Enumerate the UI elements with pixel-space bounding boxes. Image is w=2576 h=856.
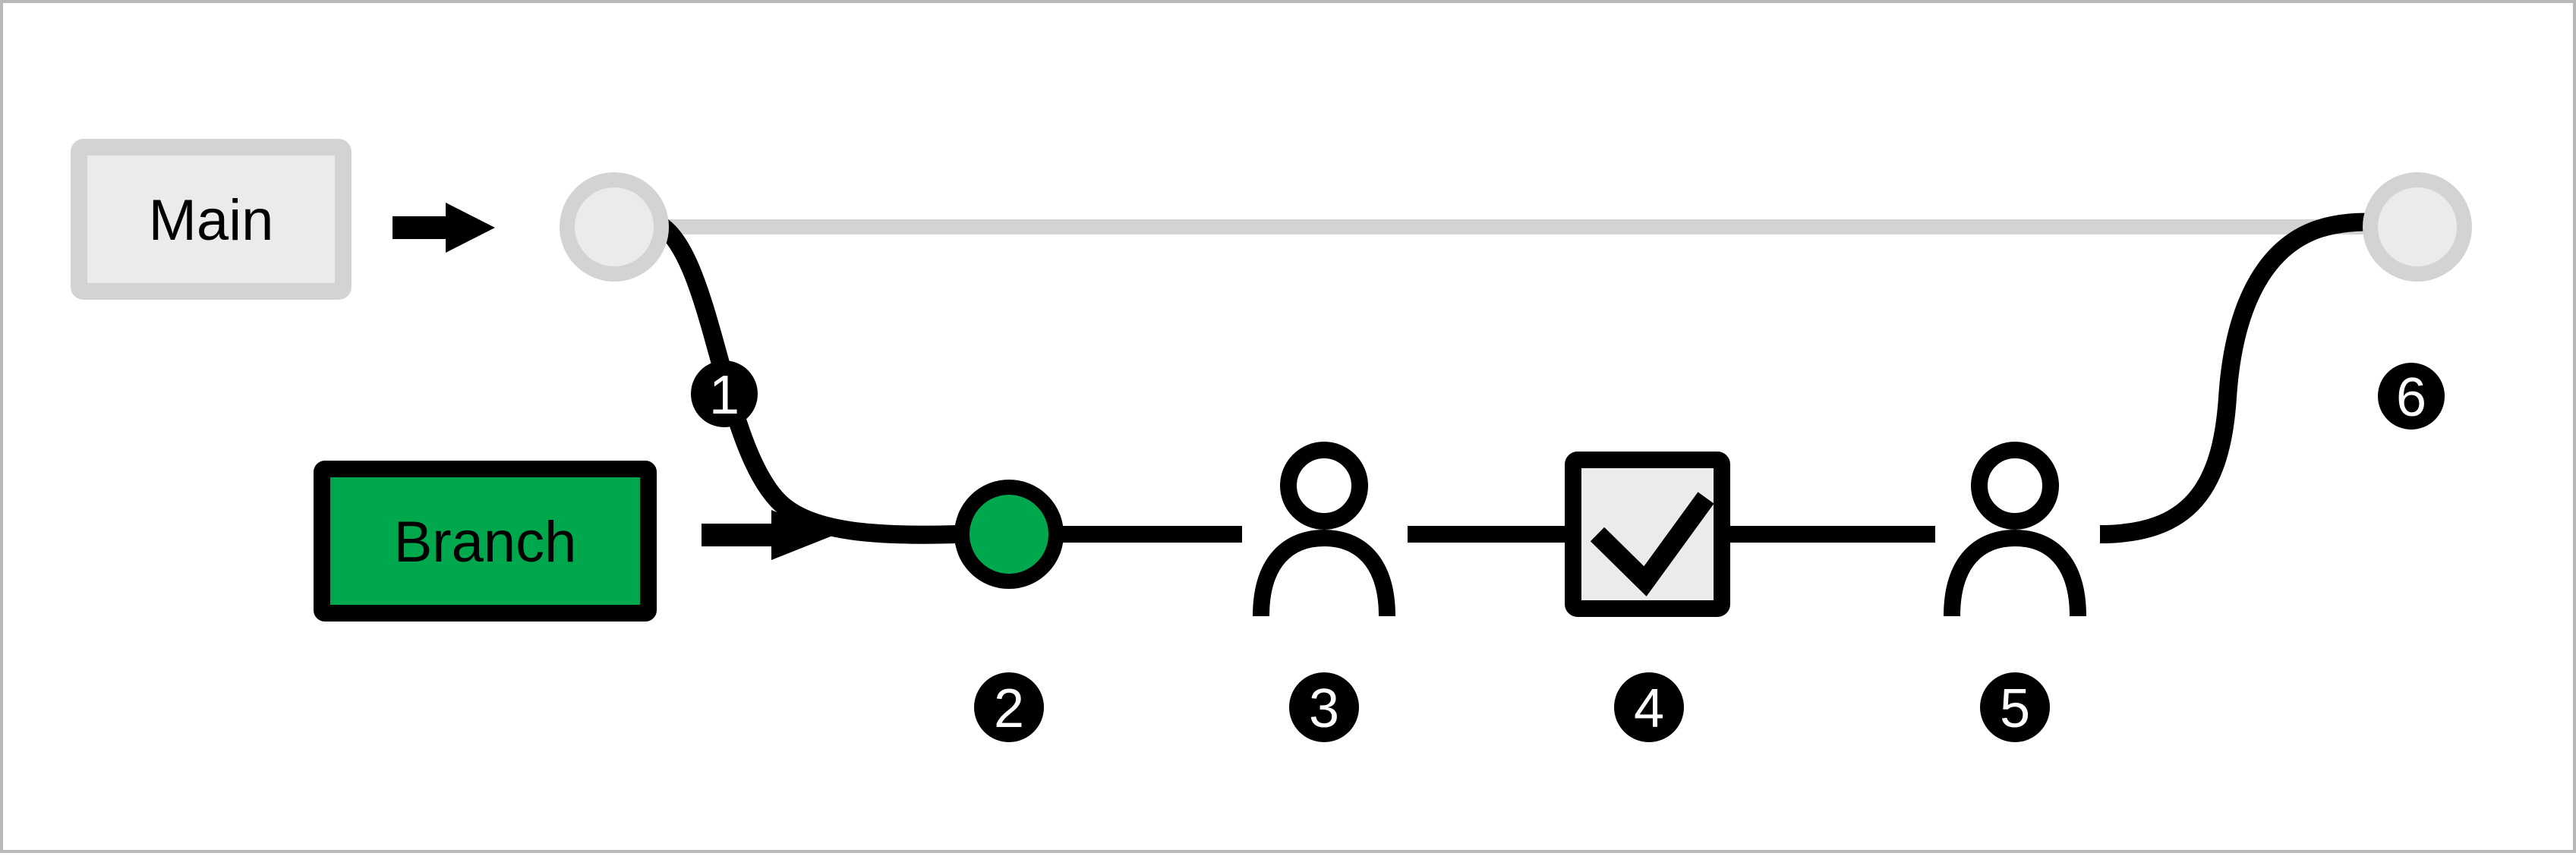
step-badge-6[interactable]: 6	[2378, 363, 2445, 430]
step-badge-3-label: 3	[1309, 678, 1339, 739]
branch-lane-label-box[interactable]: Branch	[314, 461, 657, 622]
approver-person-icon[interactable]	[1944, 442, 2086, 617]
diagram-frame: Main Branch 1 2 3 4 5 6	[0, 0, 2576, 853]
branch-box-label: Branch	[394, 510, 577, 574]
checks-passed-checkbox-icon[interactable]	[1565, 452, 1730, 617]
step-badge-4-label: 4	[1634, 678, 1664, 739]
step-badge-5[interactable]: 5	[1980, 672, 2050, 742]
step-badge-4[interactable]: 4	[1614, 672, 1684, 742]
reviewer-person-icon[interactable]	[1253, 442, 1395, 617]
main-lane-label-box[interactable]: Main	[71, 139, 352, 300]
step-badge-2[interactable]: 2	[974, 672, 1044, 742]
branch-workflow-diagram: Main Branch 1 2 3 4 5 6	[71, 139, 2472, 742]
step-badge-1[interactable]: 1	[691, 360, 758, 427]
main-arrow-icon	[393, 203, 495, 253]
commit-node-circle[interactable]	[954, 480, 1064, 589]
step-badge-3[interactable]: 3	[1289, 672, 1359, 742]
step-badge-5-label: 5	[2000, 678, 2030, 739]
step-badge-2-label: 2	[994, 678, 1024, 739]
merge-commit-circle[interactable]	[2363, 172, 2472, 282]
main-box-label: Main	[149, 188, 274, 253]
merge-in-curve	[2099, 212, 2373, 543]
step-badge-1-label: 1	[709, 365, 739, 426]
step-badge-6-label: 6	[2396, 367, 2426, 428]
main-head-commit-circle[interactable]	[560, 172, 669, 282]
